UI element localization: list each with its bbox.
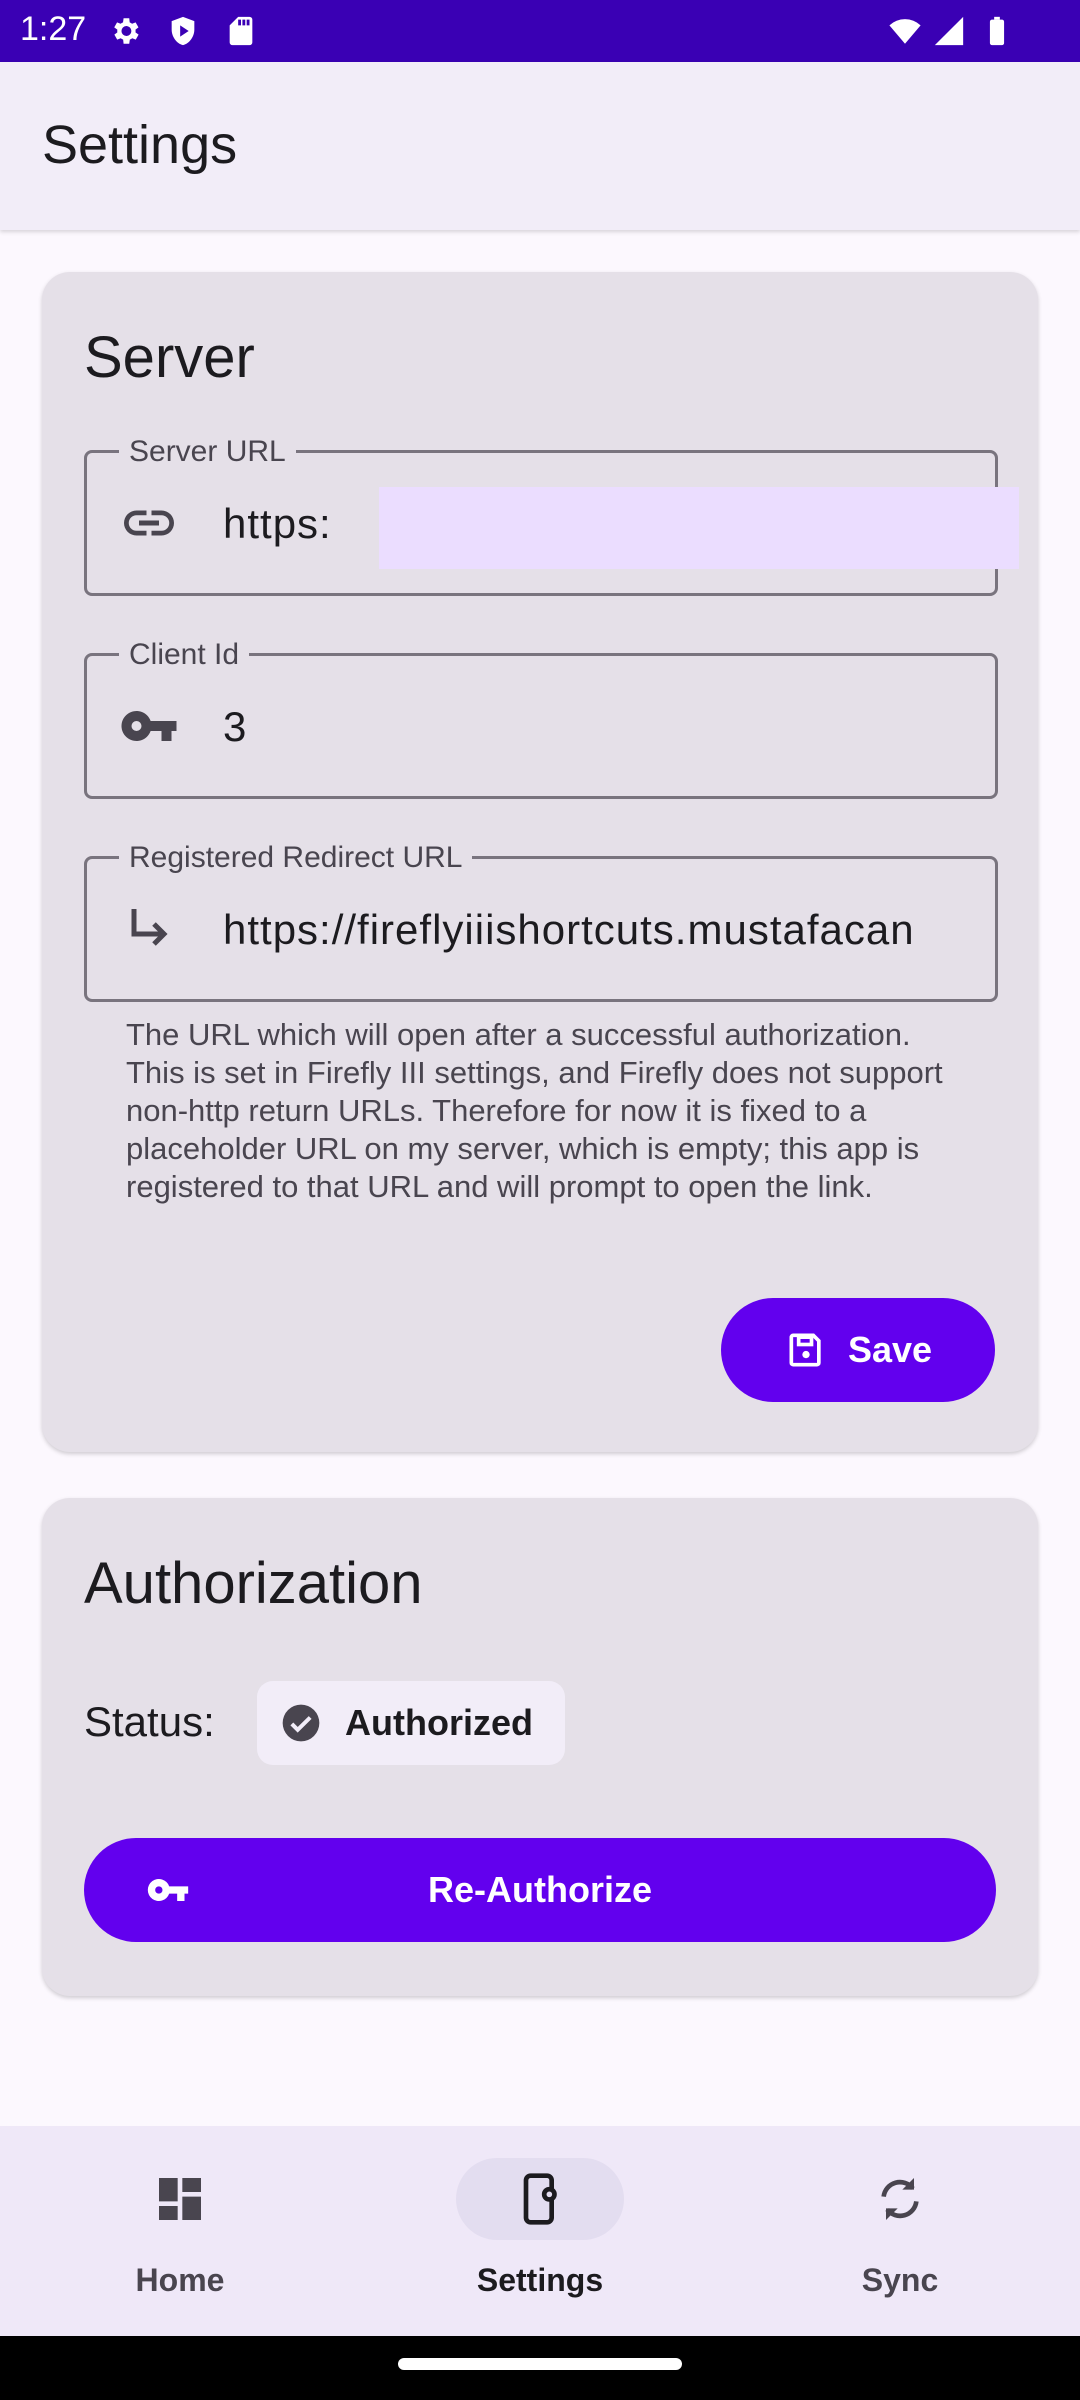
gear-icon: [108, 14, 142, 48]
nav-label-sync: Sync: [861, 2262, 939, 2298]
save-button[interactable]: Save: [721, 1298, 995, 1402]
phone-settings-icon: [456, 2158, 624, 2240]
nav-item-sync[interactable]: Sync: [720, 2126, 1080, 2336]
status-bar: 1:27: [0, 0, 1080, 62]
nav-item-home[interactable]: Home: [0, 2126, 360, 2336]
wifi-icon: [888, 14, 922, 48]
page-title: Settings: [42, 115, 238, 175]
dashboard-icon: [96, 2158, 264, 2240]
server-url-label: Server URL: [119, 435, 296, 469]
server-card-title: Server: [84, 325, 255, 390]
sd-card-icon: [224, 14, 258, 48]
authorization-card-title: Authorization: [84, 1551, 423, 1616]
redirect-helper-text: The URL which will open after a successf…: [126, 1017, 943, 1204]
home-gesture-handle[interactable]: [398, 2358, 682, 2370]
signal-icon: [932, 14, 966, 48]
server-url-value: https:: [223, 500, 332, 547]
client-id-field[interactable]: Client Id 3: [84, 638, 998, 799]
server-url-field[interactable]: Server URL https:: [84, 435, 1019, 596]
status-value: Authorized: [345, 1702, 533, 1743]
key-icon: [119, 696, 179, 756]
re-authorize-button[interactable]: Re-Authorize: [84, 1838, 996, 1942]
authorization-card: Authorization Status: Authorized Re-Auth…: [42, 1498, 1038, 1996]
redirect-url-label: Registered Redirect URL: [119, 841, 473, 875]
top-app-bar: Settings: [0, 62, 1080, 230]
client-id-value: 3: [223, 703, 248, 750]
nav-label-settings: Settings: [476, 2262, 604, 2298]
redirect-url-value: https://fireflyiiishortcuts.mustafacan: [223, 906, 915, 953]
save-button-label: Save: [847, 1329, 933, 1370]
redirect-url-field[interactable]: Registered Redirect URL https://fireflyi…: [84, 841, 998, 1002]
server-card: Server Server URL https: Client Id 3 Reg…: [42, 272, 1038, 1452]
check-circle-icon: [279, 1701, 323, 1745]
nav-item-settings[interactable]: Settings: [360, 2126, 720, 2336]
sync-icon: [816, 2158, 984, 2240]
save-icon: [784, 1328, 828, 1372]
authorized-status-chip: Authorized: [257, 1681, 565, 1765]
status-time: 1:27: [20, 10, 87, 48]
status-label: Status:: [84, 1698, 215, 1745]
nav-label-home: Home: [135, 2262, 225, 2298]
re-authorize-label: Re-Authorize: [428, 1869, 652, 1910]
link-icon: [119, 493, 179, 553]
gesture-bar: [0, 2336, 1080, 2400]
client-id-label: Client Id: [119, 638, 250, 672]
redirect-arrow-icon: [119, 899, 179, 959]
shield-icon: [166, 14, 200, 48]
bottom-navigation: Home Settings Sync: [0, 2126, 1080, 2336]
battery-icon: [980, 14, 1014, 48]
key-icon: [146, 1868, 190, 1912]
